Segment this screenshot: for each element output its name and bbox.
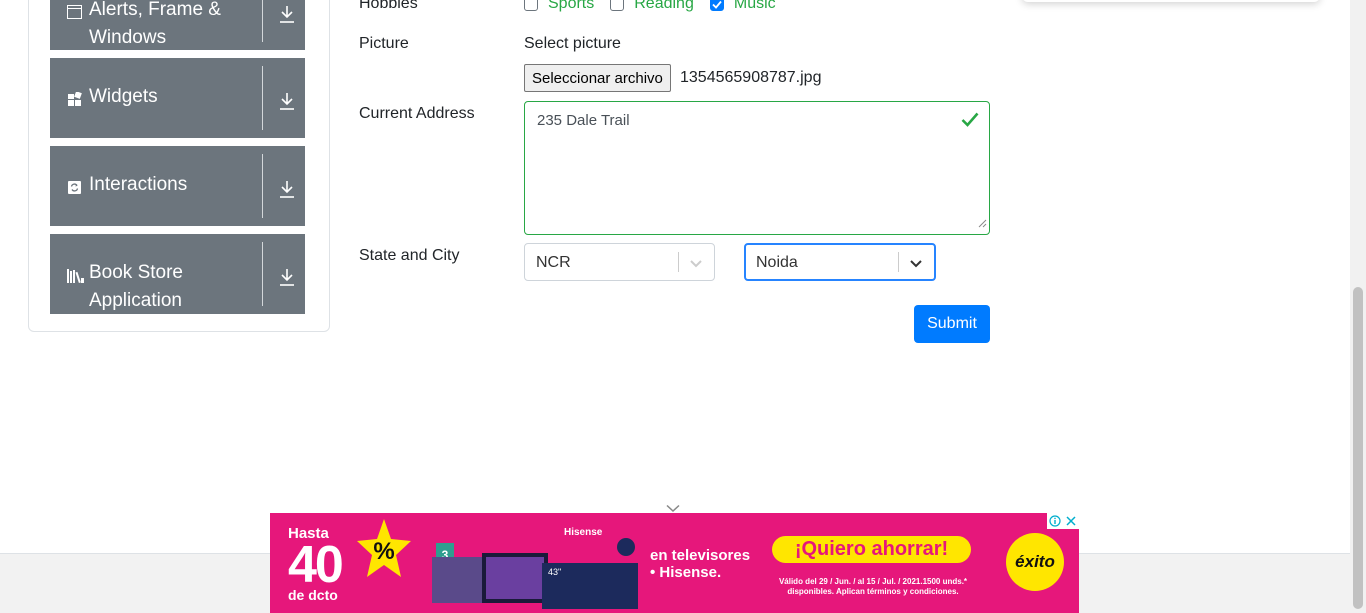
chevron-down-icon[interactable] xyxy=(908,255,924,271)
sidebar-group-interactions[interactable]: Interactions xyxy=(50,146,305,226)
ad-tv-brand: Hisense xyxy=(564,527,603,538)
sidebar-group-title: Book Store Application xyxy=(89,262,183,311)
sidebar-group-title: Interactions xyxy=(89,174,188,195)
ad-tagline-line: en televisores xyxy=(650,547,751,564)
hobbies-label: Hobbies xyxy=(359,0,418,12)
ad-tagline: en televisores • Hisense. xyxy=(650,547,750,581)
sidebar-group-title: Widgets xyxy=(89,86,158,107)
select-value: Noida xyxy=(756,254,798,271)
checkbox-sports[interactable]: Sports xyxy=(524,0,594,13)
submit-button[interactable]: Submit xyxy=(914,305,990,343)
chevron-down-icon[interactable] xyxy=(688,255,704,271)
ad-dcto: de dcto xyxy=(288,587,338,603)
select-separator xyxy=(898,252,899,272)
checkbox-checked[interactable] xyxy=(709,0,724,11)
divider xyxy=(262,66,263,130)
resize-handle-icon[interactable] xyxy=(978,215,987,232)
widgets-icon xyxy=(67,91,82,106)
file-name: 1354565908787.jpg xyxy=(680,69,822,86)
state-city-label: State and City xyxy=(359,247,460,264)
dropdown-shadow xyxy=(1022,0,1320,2)
ad-discount: 40 xyxy=(288,536,344,594)
picture-label: Picture xyxy=(359,35,409,52)
sidebar-group-widgets[interactable]: Widgets xyxy=(50,58,305,138)
checkbox-reading[interactable]: Reading xyxy=(610,0,694,13)
sidebar-group-alerts[interactable]: Alerts, Frame & Windows xyxy=(50,0,305,50)
checkbox-label[interactable]: Sports xyxy=(548,0,594,13)
select-picture-label: Select picture xyxy=(524,35,621,52)
divider xyxy=(262,0,263,42)
divider xyxy=(262,154,263,218)
window-icon xyxy=(67,4,82,19)
valid-check-icon xyxy=(961,112,979,131)
checkbox[interactable] xyxy=(610,0,625,11)
ad-tagline-line: • Hisense. xyxy=(650,564,722,581)
ad-close-icon[interactable] xyxy=(1063,513,1079,529)
ad-tv-size: 43" xyxy=(548,567,561,577)
sidebar-group-title: Alerts, Frame & Windows xyxy=(89,0,221,48)
ad-controls xyxy=(1047,513,1079,529)
scrollbar-thumb[interactable] xyxy=(1353,287,1363,609)
adchoices-info-icon[interactable] xyxy=(1047,513,1063,529)
sidebar-group-bookstore[interactable]: Book Store Application xyxy=(50,234,305,314)
checkbox-music[interactable]: Music xyxy=(709,0,776,13)
checkbox-label[interactable]: Reading xyxy=(634,0,694,13)
select-value: NCR xyxy=(536,254,571,271)
ad-cta-button[interactable]: ¡Quiero ahorrar! xyxy=(772,536,971,563)
discount-star-icon: % xyxy=(356,517,412,583)
ad-store-logo: éxito xyxy=(1006,533,1064,591)
download-icon[interactable] xyxy=(278,4,296,24)
vertical-scrollbar[interactable] xyxy=(1350,0,1366,613)
textarea-value: 235 Dale Trail xyxy=(537,112,630,129)
checkbox[interactable] xyxy=(524,0,538,11)
state-select[interactable]: NCR xyxy=(524,243,715,281)
divider xyxy=(262,242,263,306)
select-separator xyxy=(678,252,679,272)
ad-percent-sign: % xyxy=(373,538,394,565)
books-icon xyxy=(67,268,85,283)
hobbies-checkboxes: Sports Reading Music xyxy=(524,0,792,14)
choose-file-button[interactable]: Seleccionar archivo xyxy=(524,64,671,92)
tv-product-image: 3 43" xyxy=(430,527,640,609)
ad-banner[interactable]: Hasta 40 % de dcto 3 43" Hisense en tele… xyxy=(270,513,1079,613)
checkbox-label[interactable]: Music xyxy=(734,0,776,13)
interactions-icon xyxy=(67,180,82,195)
download-icon[interactable] xyxy=(278,267,296,287)
download-icon[interactable] xyxy=(278,179,296,199)
current-address-label: Current Address xyxy=(359,105,475,122)
ad-legal-text: Válido del 29 / Jun. / al 15 / Jul. / 20… xyxy=(778,577,968,596)
city-select[interactable]: Noida xyxy=(744,243,936,281)
download-icon[interactable] xyxy=(278,91,296,111)
current-address-textarea[interactable]: 235 Dale Trail xyxy=(524,101,990,235)
